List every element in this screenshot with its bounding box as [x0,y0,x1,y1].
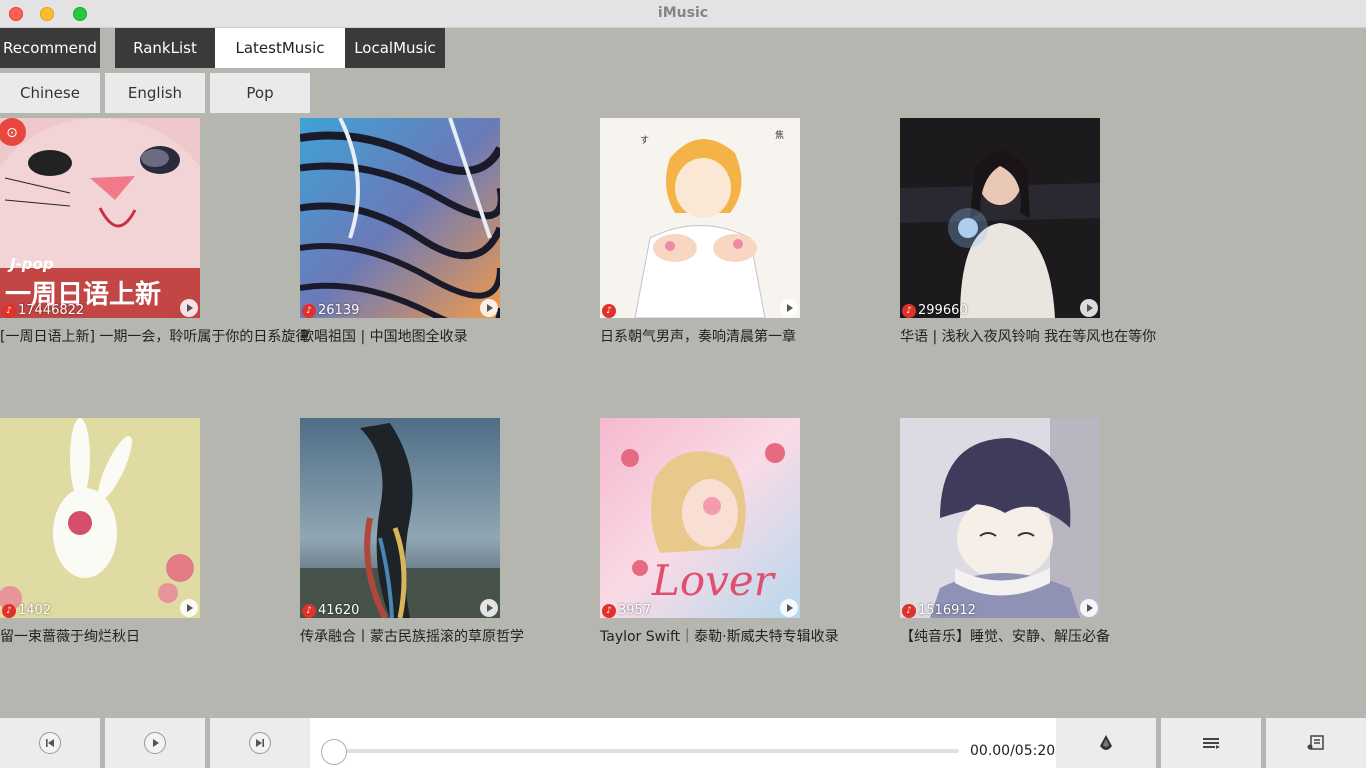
subtab-chinese[interactable]: Chinese [0,73,100,113]
playlist-card[interactable]: ♪ 26139 [300,118,500,318]
music-note-icon: ♪ [602,304,616,318]
previous-icon [39,732,61,754]
play-icon[interactable] [1080,599,1098,617]
play-count: ♪ 299660 [902,303,968,318]
subtab-english[interactable]: English [105,73,205,113]
playlist-title[interactable]: Taylor Swift｜泰勒·斯威夫特专辑收录 [600,626,839,646]
next-icon [249,732,271,754]
play-icon[interactable] [180,299,198,317]
playlist-card[interactable]: ♪ 299660 [900,118,1100,318]
subtab-pop[interactable]: Pop [210,73,310,113]
lyrics-icon [1307,735,1324,750]
playlist-card[interactable]: Lover ♪ 3957 [600,418,800,618]
music-note-icon: ♪ [602,603,616,618]
next-button[interactable] [210,718,310,768]
volume-button[interactable] [1056,718,1156,768]
playlist-cover [300,118,500,318]
play-icon[interactable] [1080,299,1098,317]
playlist-title[interactable]: 日系朝气男声，奏响清晨第一章 [600,326,796,346]
play-icon[interactable] [780,299,798,317]
playlist-card[interactable]: ♪ 41620 [300,418,500,618]
playlist-title[interactable]: 传承融合丨蒙古民族摇滚的草原哲学 [300,626,524,646]
play-icon[interactable] [480,599,498,617]
playlist-cover [0,418,200,618]
play-icon [144,732,166,754]
progress-track[interactable] [334,749,959,753]
play-icon[interactable] [480,299,498,317]
window-title: iMusic [657,5,709,21]
time-display: 00.00/05:20 [970,743,1056,759]
playlist-title[interactable]: 歌唱祖国 | 中国地图全收录 [300,326,468,346]
music-note-icon: ♪ [2,603,16,618]
playlist-cover [300,418,500,618]
music-note-icon: ♪ [302,303,316,318]
lyrics-button[interactable] [1266,718,1366,768]
play-button[interactable] [105,718,205,768]
title-bar: iMusic [0,0,1366,28]
svg-text:⊙: ⊙ [6,125,18,141]
cover-headline: Lover [652,556,774,605]
cover-tag: J-pop [10,255,54,273]
progress-area: 00.00/05:20 [310,718,1056,768]
playlist-title[interactable]: 华语 | 浅秋入夜风铃响 我在等风也在等你 [900,326,1156,346]
playlist-card[interactable]: ⊙ J-pop 一周日语上新 ♪ 17446822 [0,118,200,318]
playlist-cover: 焦 す [600,118,800,318]
volume-icon [1100,735,1112,750]
play-icon[interactable] [780,599,798,617]
play-count: ♪ [602,304,618,318]
play-count: ♪ 1402 [2,603,51,618]
play-count: ♪ 41620 [302,603,359,618]
play-icon[interactable] [180,599,198,617]
tab-localmusic[interactable]: LocalMusic [345,28,445,68]
playlist-cover [900,118,1100,318]
music-note-icon: ♪ [302,603,316,618]
tab-latestmusic[interactable]: LatestMusic [215,28,345,68]
playlist-icon [1203,738,1220,749]
music-note-icon: ♪ [902,603,916,618]
music-note-icon: ♪ [2,303,16,318]
play-count: ♪ 1516912 [902,603,976,618]
music-note-icon: ♪ [902,303,916,318]
play-count: ♪ 17446822 [2,303,84,318]
tab-recommend[interactable]: Recommend [0,28,100,68]
playlist-cover [900,418,1100,618]
playlist-button[interactable] [1161,718,1261,768]
playlist-title[interactable]: [一周日语上新] 一期一会，聆听属于你的日系旋律 [0,326,309,346]
playlist-card[interactable]: 焦 す ♪ [600,118,800,318]
progress-handle[interactable] [321,739,347,765]
play-count: ♪ 26139 [302,303,359,318]
playlist-title[interactable]: 留一束蔷薇于绚烂秋日 [0,626,140,646]
previous-button[interactable] [0,718,100,768]
playlist-title[interactable]: 【纯音乐】睡觉、安静、解压必备 [900,626,1110,646]
playlist-card[interactable]: ♪ 1402 [0,418,200,618]
playlist-card[interactable]: ♪ 1516912 [900,418,1100,618]
svg-text:焦: 焦 [775,129,784,141]
svg-text:す: す [640,135,649,146]
tab-ranklist[interactable]: RankList [115,28,215,68]
play-count: ♪ 3957 [602,603,651,618]
